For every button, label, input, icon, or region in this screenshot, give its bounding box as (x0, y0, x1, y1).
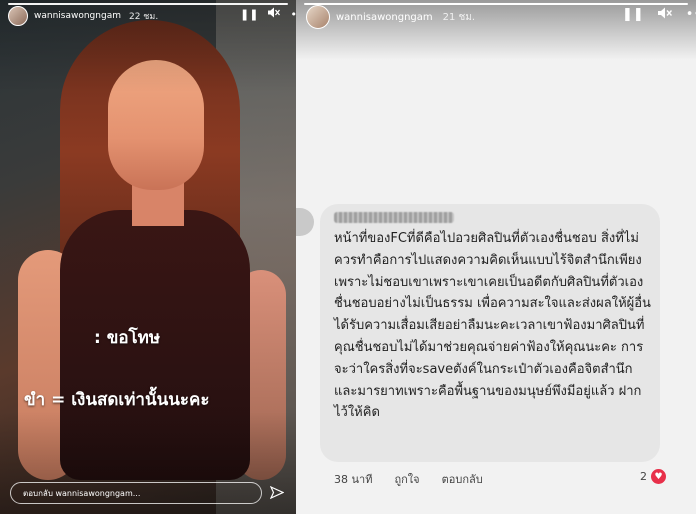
heart-icon: ♥ (651, 469, 666, 484)
reply-input[interactable]: ตอบกลับ wannisawongngam... (10, 482, 262, 504)
reply-link[interactable]: ตอบกลับ (442, 470, 483, 488)
comment-time: 38 นาที (334, 473, 373, 486)
story-controls: ❚❚ ••• (622, 7, 696, 23)
avatar[interactable] (306, 5, 330, 29)
left-story[interactable]: wannisawongngam 22 ชม. ❚❚ ••• : ขอโทษ ขำ… (0, 0, 296, 514)
like-count-number: 2 (640, 470, 647, 483)
story-time: 21 ชม. (442, 11, 476, 23)
username[interactable]: wannisawongngam (34, 11, 121, 21)
comment-text: หน้าที่ของFCที่ดีคือไปอวยศิลปินที่ตัวเอง… (334, 231, 651, 421)
right-story[interactable]: wannisawongngam 21 ชม. ❚❚ ••• หน้าที่ของ… (296, 0, 696, 514)
comment-meta: 38 นาที ถูกใจ ตอบกลับ (334, 470, 483, 488)
like-count[interactable]: 2 ♥ (640, 469, 666, 484)
photo-shade (0, 0, 296, 514)
overlay-text-cash: ขำ = เงินสดเท่านั้นนะคะ (24, 390, 210, 410)
mute-icon[interactable] (268, 7, 281, 21)
story-progress-bar (8, 3, 288, 5)
blurred-commenter-name (334, 212, 454, 223)
commenter-avatar[interactable] (296, 208, 314, 236)
more-icon[interactable]: ••• (686, 7, 696, 23)
like-link[interactable]: ถูกใจ (394, 470, 419, 488)
send-icon[interactable] (269, 485, 285, 504)
avatar[interactable] (8, 6, 28, 26)
story-viewer: wannisawongngam 22 ชม. ❚❚ ••• : ขอโทษ ขำ… (0, 0, 696, 514)
story-controls: ❚❚ ••• (240, 7, 296, 21)
pause-icon[interactable]: ❚❚ (240, 8, 258, 21)
overlay-text-apology: : ขอโทษ (94, 328, 161, 348)
story-header: wannisawongngam 21 ชม. (306, 5, 475, 29)
pause-icon[interactable]: ❚❚ (622, 7, 644, 23)
story-time: 22 ชม. (128, 12, 159, 22)
comment-bubble: หน้าที่ของFCที่ดีคือไปอวยศิลปินที่ตัวเอง… (320, 204, 660, 462)
story-header: wannisawongngam 22 ชม. (8, 6, 158, 26)
username[interactable]: wannisawongngam (336, 12, 433, 23)
mute-icon[interactable] (657, 7, 672, 23)
